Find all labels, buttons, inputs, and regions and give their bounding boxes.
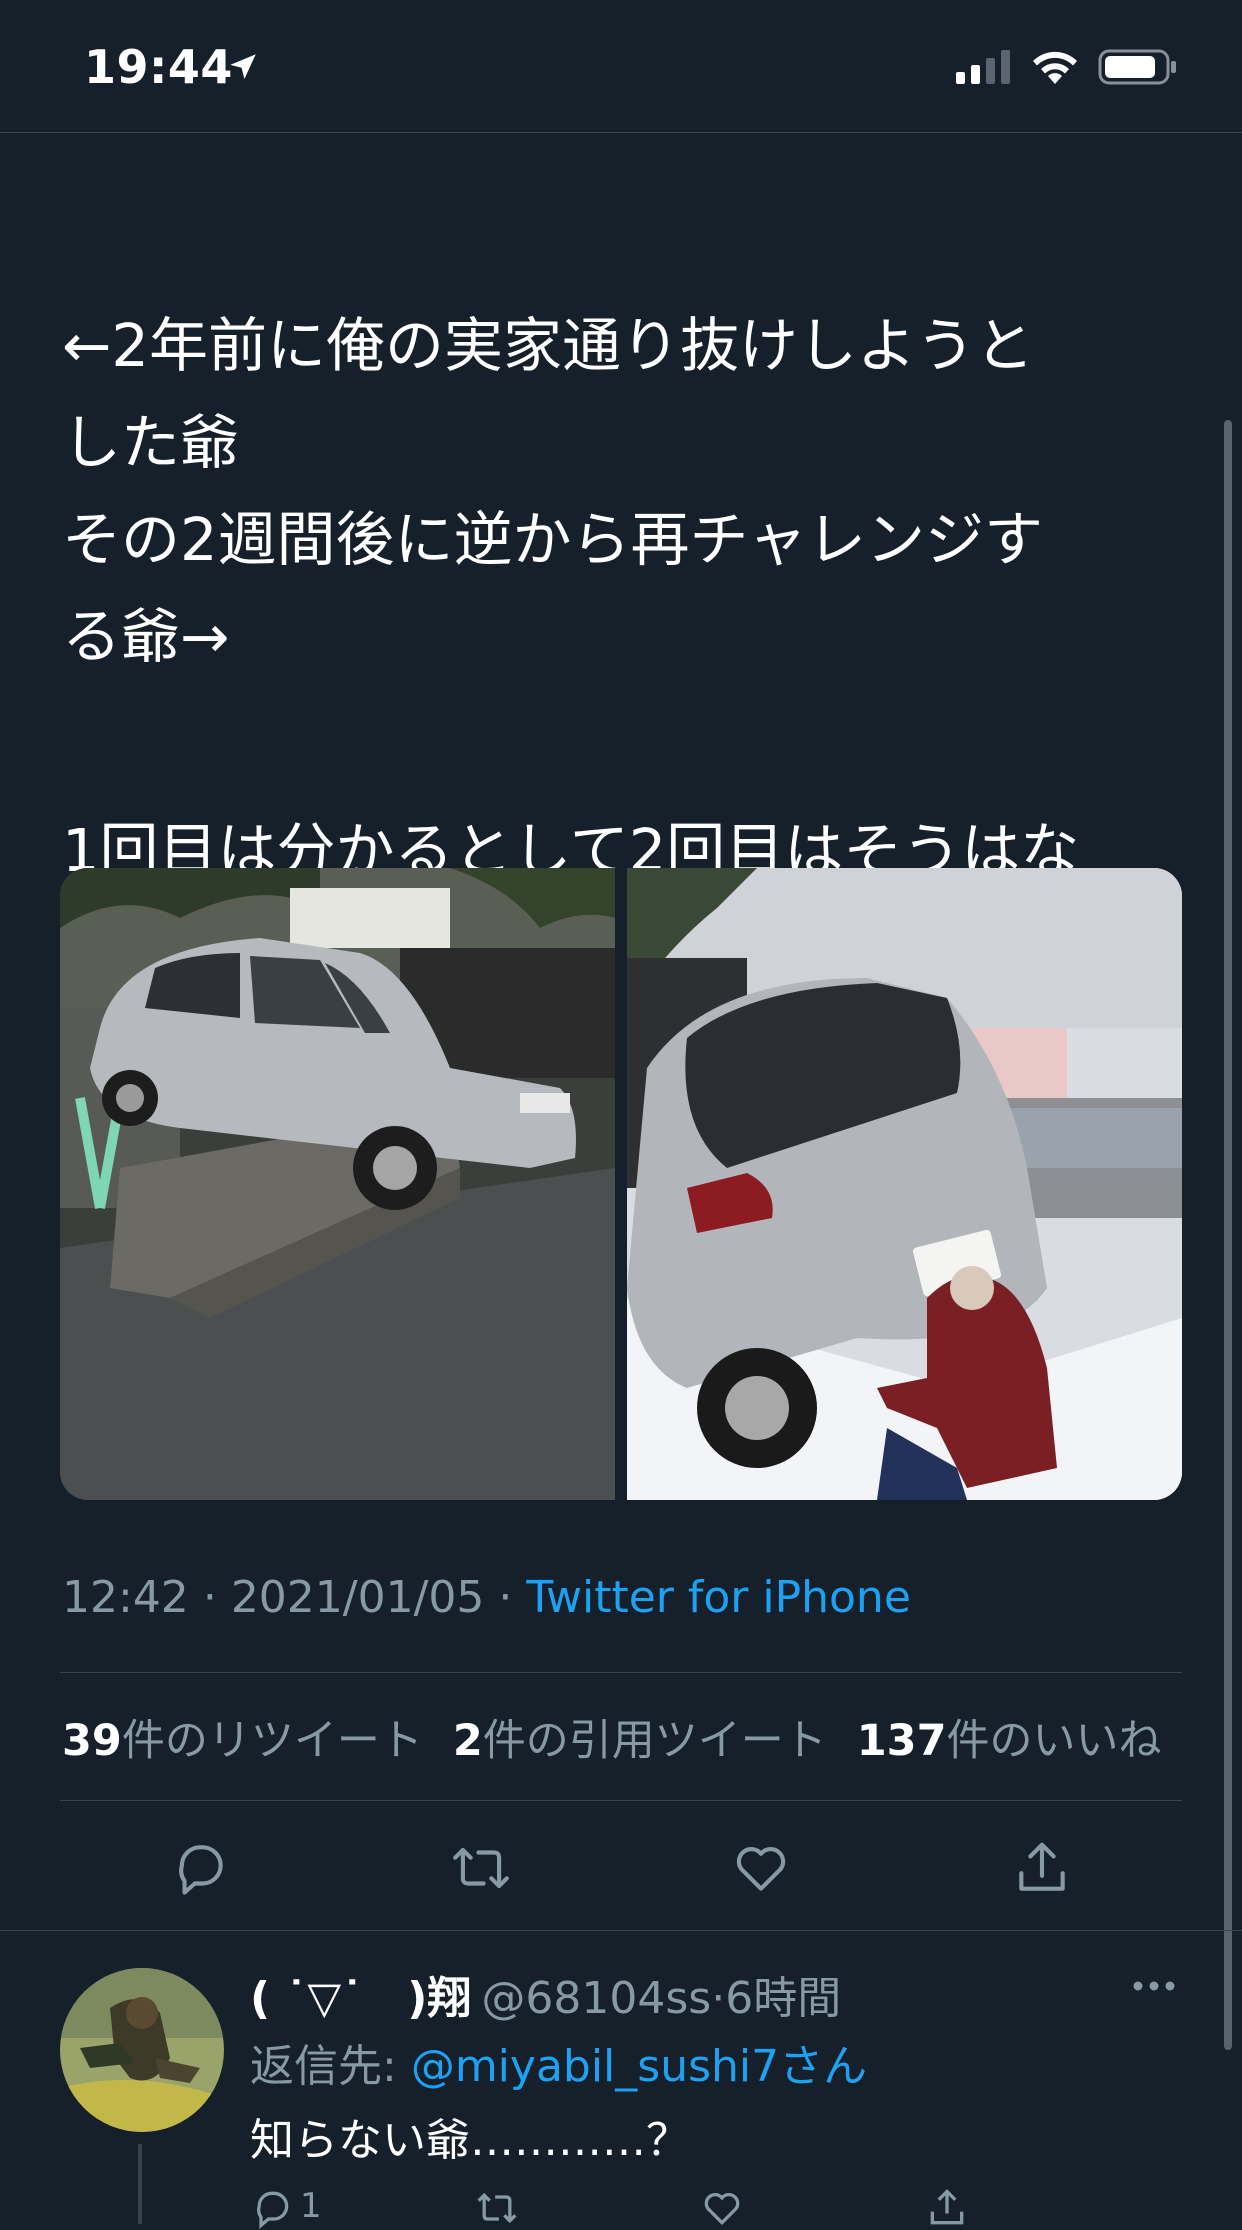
share-icon [930,2189,964,2225]
tweet-stats: 39件のリツイート 2件の引用ツイート 137件のいいね [62,1706,1192,1768]
tweet-media [60,868,1182,1500]
battery-icon [1098,49,1176,85]
status-bar: 19:44 [0,0,1242,133]
reply-time: 6時間 [725,1973,842,2024]
section-divider [0,1930,1242,1931]
quotes-label: 件の引用ツイート [482,1716,827,1766]
avatar[interactable] [60,1968,224,2132]
reply-action-bar: 1 [250,2186,1150,2230]
tweet-time: 12:42 [62,1572,189,1623]
meta-separator: · [202,1572,217,1623]
car-on-ledge-photo[interactable] [60,868,615,1500]
share-button[interactable] [1010,1836,1074,1900]
reply-icon [257,2191,289,2230]
likes-stat[interactable]: 137件のいいね [857,1706,1162,1768]
meta-separator: · [498,1572,513,1623]
divider [60,1800,1182,1801]
retweet-icon [452,1847,509,1889]
retweet-button[interactable] [449,1836,513,1900]
like-button[interactable] [729,1836,793,1900]
reply-author-name[interactable]: ( ˙▽˙ )翔 [250,1973,471,2024]
reply-reply-button[interactable]: 1 [250,2186,475,2230]
car-on-ledge-illustration [60,868,615,1500]
reply-reply-count: 1 [300,2186,322,2226]
more-options-icon[interactable] [1130,1976,1178,1996]
reply-header: ( ˙▽˙ )翔 @68104ss·6時間 [250,1962,841,2026]
quotes-count: 2 [452,1716,483,1766]
reply-button[interactable] [168,1836,232,1900]
share-icon [1019,1842,1065,1891]
replying-to-prefix: 返信先: [250,2041,411,2092]
tweet-date: 2021/01/05 [230,1572,485,1623]
reply-retweet-button[interactable] [475,2186,700,2226]
reply-text: 知らない爺…………？ [250,2115,690,2166]
tweet-action-bar [60,1828,1182,1908]
wifi-icon [1033,51,1077,84]
tweet-text-paragraph-1: ←2年前に俺の実家通り抜けしようと した爺 その2週間後に逆から再チャレンジす … [62,311,1043,671]
tweet-source-link[interactable]: Twitter for iPhone [526,1572,910,1623]
retweets-count: 39 [62,1716,122,1766]
scrollbar[interactable] [1224,420,1232,2050]
tweet-timestamp: 12:42 · 2021/01/05 · Twitter for iPhone [62,1572,911,1623]
thread-line [138,2144,142,2224]
replying-to-mention[interactable]: @miyabil_sushi7さん [411,2041,867,2092]
likes-count: 137 [856,1716,947,1766]
quotes-stat[interactable]: 2件の引用ツイート [453,1706,827,1768]
avatar-image [60,1968,224,2132]
car-stuck-in-snow-photo[interactable] [627,868,1182,1500]
retweets-stat[interactable]: 39件のリツイート [62,1706,423,1768]
reply-share-button[interactable] [925,2186,1150,2226]
status-time: 19:44 [84,40,233,94]
divider [60,1672,1182,1673]
car-in-snow-illustration [627,868,1182,1500]
meta-separator: · [711,1973,726,2024]
reply-like-button[interactable] [700,2186,925,2226]
reply-author-handle[interactable]: @68104ss [481,1973,711,2024]
likes-label: 件のいいね [946,1716,1162,1766]
heart-icon [704,2193,740,2226]
reply-icon [179,1845,223,1895]
replying-to: 返信先: @miyabil_sushi7さん [250,2030,867,2094]
retweet-icon [477,2192,517,2224]
location-arrow-icon [230,54,256,80]
cellular-signal-icon [956,50,1010,84]
heart-icon [737,1847,786,1891]
retweets-label: 件のリツイート [121,1716,423,1766]
